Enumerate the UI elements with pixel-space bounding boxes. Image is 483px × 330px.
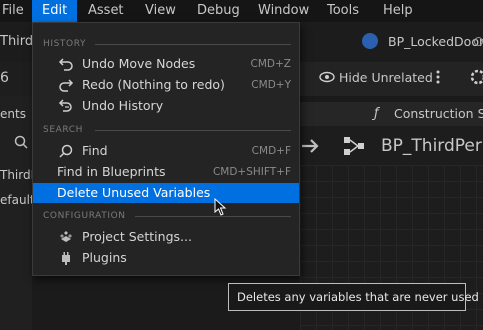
undo-shortcut: CMD+Z [250, 58, 291, 70]
settings-gear-icon[interactable] [468, 68, 483, 86]
plugins-icon [58, 250, 74, 266]
toolbar-button-partial[interactable]: 6 [0, 70, 9, 86]
find-in-blueprints-shortcut: CMD+SHIFT+F [212, 166, 291, 178]
find-in-blueprints-label: Find in Blueprints [57, 164, 166, 179]
edit-menu-dropdown: HISTORY Undo Move Nodes CMD+Z Redo (Noth… [32, 22, 300, 276]
menu-debug[interactable]: Debug [197, 0, 240, 22]
hide-unrelated-button[interactable]: Hide Unrelated [339, 70, 433, 85]
redo-icon [58, 77, 74, 93]
section-divider [95, 44, 291, 45]
menu-item-delete-unused-variables[interactable]: Delete Unused Variables [33, 183, 299, 203]
redo-label: Redo (Nothing to redo) [82, 77, 225, 92]
mouse-cursor-icon [214, 197, 228, 216]
forward-arrow-icon[interactable] [300, 136, 322, 156]
menu-item-undo-history[interactable]: Undo History [33, 96, 299, 116]
menu-file[interactable]: File [0, 0, 29, 22]
delete-unused-variables-label: Delete Unused Variables [57, 185, 211, 200]
more-options-icon[interactable] [436, 69, 440, 85]
blueprint-asset-icon [362, 33, 378, 49]
menu-window[interactable]: Window [258, 0, 309, 22]
menu-item-project-settings[interactable]: Project Settings... [33, 227, 299, 247]
search-icon [14, 134, 28, 149]
menu-item-redo[interactable]: Redo (Nothing to redo) CMD+Y [33, 75, 299, 95]
menu-item-find-in-blueprints[interactable]: Find in Blueprints CMD+SHIFT+F [33, 162, 299, 182]
undo-label: Undo Move Nodes [82, 56, 196, 71]
menu-item-plugins[interactable]: Plugins [33, 248, 299, 268]
section-header-configuration: CONFIGURATION [43, 211, 126, 221]
section-header-search: SEARCH [43, 125, 84, 135]
find-label: Find [82, 143, 108, 158]
blueprint-hierarchy-icon [342, 135, 366, 157]
menu-tools[interactable]: Tools [327, 0, 359, 22]
menu-help[interactable]: Help [383, 0, 413, 22]
components-panel-label: ents [0, 107, 26, 121]
eye-icon [318, 68, 336, 86]
menu-item-find[interactable]: Find CMD+F [33, 141, 299, 161]
undo-history-label: Undo History [82, 98, 164, 113]
history-icon [58, 98, 74, 114]
menu-asset[interactable]: Asset [88, 0, 124, 22]
find-icon [58, 143, 74, 159]
section-divider [95, 130, 291, 131]
left-panel [0, 96, 32, 330]
menu-edit[interactable]: Edit [32, 0, 78, 22]
blueprint-tab-locked-door[interactable]: BP_LockedDoor [388, 34, 483, 49]
plugins-label: Plugins [82, 250, 127, 265]
section-divider [135, 216, 291, 217]
construction-script-tab[interactable]: Construction Sc [394, 106, 483, 121]
project-settings-label: Project Settings... [82, 229, 192, 244]
blueprint-breadcrumb: BP_ThirdPer [381, 136, 482, 156]
tooltip: Deletes any variables that are never use… [228, 283, 479, 311]
undo-icon [58, 56, 74, 72]
menu-bar: File Edit Asset View Debug Window Tools … [0, 0, 483, 22]
find-shortcut: CMD+F [251, 145, 291, 157]
menu-view[interactable]: View [145, 0, 176, 22]
tab-close-icon[interactable] [474, 37, 483, 46]
function-icon: ƒ [374, 106, 379, 121]
menu-item-undo[interactable]: Undo Move Nodes CMD+Z [33, 54, 299, 74]
redo-shortcut: CMD+Y [251, 79, 291, 91]
section-header-history: HISTORY [43, 39, 87, 49]
settings-icon [58, 229, 74, 245]
